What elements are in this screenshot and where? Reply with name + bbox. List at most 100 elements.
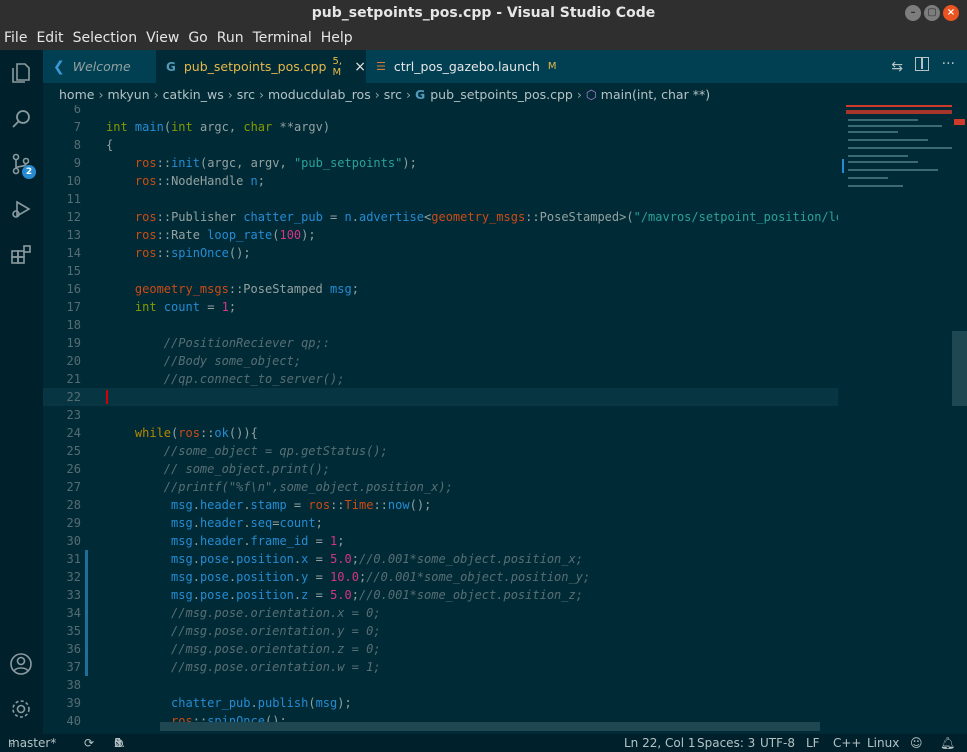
line-number: 21: [66, 372, 81, 386]
search-icon[interactable]: [7, 105, 35, 133]
chevron-right-icon: ›: [227, 86, 233, 102]
close-button[interactable]: ×: [943, 5, 959, 21]
code-line[interactable]: 24 while(ros::ok()){: [43, 424, 838, 442]
breadcrumb-file[interactable]: pub_setpoints_pos.cpp: [430, 87, 573, 102]
menu-go[interactable]: Go: [188, 30, 207, 46]
tab-welcome[interactable]: ❮ Welcome: [43, 50, 156, 83]
line-number: 19: [66, 336, 81, 350]
modified-gutter-marker: [85, 622, 88, 640]
code-line[interactable]: 26 // some_object.print();: [43, 460, 838, 478]
code-text: geometry_msgs::PoseStamped msg;: [134, 282, 359, 296]
line-number: 31: [66, 552, 81, 566]
source-control-icon[interactable]: 2: [7, 150, 36, 179]
code-line[interactable]: 25 //some_object = qp.getStatus();: [43, 442, 838, 460]
breadcrumb-src-2[interactable]: src: [384, 87, 402, 102]
run-debug-icon[interactable]: [7, 195, 35, 223]
indentation[interactable]: Spaces: 3: [697, 734, 755, 752]
close-tab-icon[interactable]: ×: [354, 59, 366, 75]
minimize-button[interactable]: –: [905, 5, 921, 21]
code-line[interactable]: 13 ros::Rate loop_rate(100);: [43, 226, 838, 244]
code-line[interactable]: 12 ros::Publisher chatter_pub = n.advert…: [43, 208, 838, 226]
explorer-icon[interactable]: [7, 59, 35, 87]
code-line[interactable]: 15: [43, 262, 838, 280]
code-line[interactable]: 36 //msg.pose.orientation.z = 0;: [43, 640, 838, 658]
code-line[interactable]: 27 //printf("%f\n",some_object.position_…: [43, 478, 838, 496]
encoding[interactable]: UTF-8: [760, 734, 795, 752]
line-number: 17: [66, 300, 81, 314]
code-line[interactable]: 9 ros::init(argc, argv, "pub_setpoints")…: [43, 154, 838, 172]
menu-terminal[interactable]: Terminal: [253, 30, 312, 46]
language-mode[interactable]: C++: [833, 734, 862, 752]
settings-gear-icon[interactable]: [7, 695, 35, 723]
code-line[interactable]: 32 msg.pose.position.y = 10.0;//0.001*so…: [43, 568, 838, 586]
status-bar: ⑂ master* ⟳ ⊗ 5 ⚠ 0 Ln 22, Col 1 Spaces:…: [0, 734, 967, 752]
code-line[interactable]: 28 msg.header.stamp = ros::Time::now();: [43, 496, 838, 514]
breadcrumb-package[interactable]: moducdulab_ros: [268, 87, 371, 102]
code-line[interactable]: 31 msg.pose.position.x = 5.0;//0.001*som…: [43, 550, 838, 568]
menu-file[interactable]: File: [4, 30, 27, 46]
code-line[interactable]: 37 //msg.pose.orientation.w = 1;: [43, 658, 838, 676]
code-line[interactable]: 29 msg.header.seq=count;: [43, 514, 838, 532]
feedback-icon[interactable]: ☺: [910, 734, 923, 752]
code-line[interactable]: 23: [43, 406, 838, 424]
modified-gutter-marker: [85, 604, 88, 622]
code-text: //msg.pose.orientation.w = 1;: [171, 660, 381, 674]
tab-label: Welcome: [72, 59, 131, 74]
cursor-position[interactable]: Ln 22, Col 1: [624, 734, 696, 752]
code-line[interactable]: 16 geometry_msgs::PoseStamped msg;: [43, 280, 838, 298]
code-line[interactable]: 14 ros::spinOnce();: [43, 244, 838, 262]
code-line[interactable]: 33 msg.pose.position.z = 5.0;//0.001*som…: [43, 586, 838, 604]
code-line[interactable]: 8{: [43, 136, 838, 154]
code-line[interactable]: 10 ros::NodeHandle n;: [43, 172, 838, 190]
open-changes-icon[interactable]: ⇆: [891, 59, 903, 75]
line-number: 33: [66, 588, 81, 602]
sync-icon[interactable]: ⟳: [84, 734, 94, 752]
end-of-line[interactable]: LF: [806, 734, 820, 752]
breadcrumb-mkyun[interactable]: mkyun: [107, 87, 149, 102]
menu-view[interactable]: View: [146, 30, 179, 46]
code-line[interactable]: 21 //qp.connect_to_server();: [43, 370, 838, 388]
breadcrumb-symbol[interactable]: main(int, char **): [601, 87, 710, 102]
extensions-icon[interactable]: [7, 241, 35, 269]
horizontal-scrollbar[interactable]: [160, 722, 820, 731]
line-number: 15: [66, 264, 81, 278]
vertical-scrollbar[interactable]: [952, 105, 967, 734]
vscode-icon: ❮: [53, 58, 65, 75]
menu-run[interactable]: Run: [217, 30, 244, 46]
menu-selection[interactable]: Selection: [73, 30, 138, 46]
scm-badge: 2: [22, 165, 36, 179]
code-line[interactable]: 18: [43, 316, 838, 334]
code-line[interactable]: 30 msg.header.frame_id = 1;: [43, 532, 838, 550]
code-editor[interactable]: 6 7 int main(int argc, char **argv) 8{9 ros…: [43, 105, 838, 734]
account-icon[interactable]: [7, 650, 35, 678]
line-number: 29: [66, 516, 81, 530]
line-number: 20: [66, 354, 81, 368]
code-line[interactable]: 22: [43, 388, 838, 406]
tab-pub-setpoints[interactable]: G pub_setpoints_pos.cpp 5, M ×: [156, 50, 366, 83]
maximize-button[interactable]: ▢: [924, 5, 940, 21]
menu-help[interactable]: Help: [321, 30, 353, 46]
tab-ctrl-pos-gazebo[interactable]: ☰ ctrl_pos_gazebo.launch M: [366, 50, 556, 83]
breadcrumb-catkin-ws[interactable]: catkin_ws: [163, 87, 224, 102]
code-line[interactable]: 34 //msg.pose.orientation.x = 0;: [43, 604, 838, 622]
minimap[interactable]: [840, 105, 952, 734]
code-line[interactable]: 7 int main(int argc, char **argv): [43, 118, 838, 136]
code-line[interactable]: 38: [43, 676, 838, 694]
code-line[interactable]: 35 //msg.pose.orientation.y = 0;: [43, 622, 838, 640]
breadcrumb-home[interactable]: home: [59, 87, 94, 102]
line-number: 25: [66, 444, 81, 458]
code-line[interactable]: 6: [43, 105, 838, 118]
code-line[interactable]: 19 //PositionReciever qp;:: [43, 334, 838, 352]
split-editor-icon[interactable]: [915, 57, 929, 71]
branch-name: master*: [8, 736, 57, 750]
more-actions-icon[interactable]: ···: [942, 56, 955, 72]
line-number: 27: [66, 480, 81, 494]
code-line[interactable]: 17 int count = 1;: [43, 298, 838, 316]
code-line[interactable]: 20 //Body some_object;: [43, 352, 838, 370]
platform[interactable]: Linux: [867, 734, 899, 752]
notifications-bell-icon[interactable]: 🔔︎: [940, 734, 955, 752]
code-line[interactable]: 39 chatter_pub.publish(msg);: [43, 694, 838, 712]
breadcrumb-src[interactable]: src: [237, 87, 255, 102]
menu-edit[interactable]: Edit: [36, 30, 63, 46]
code-line[interactable]: 11: [43, 190, 838, 208]
